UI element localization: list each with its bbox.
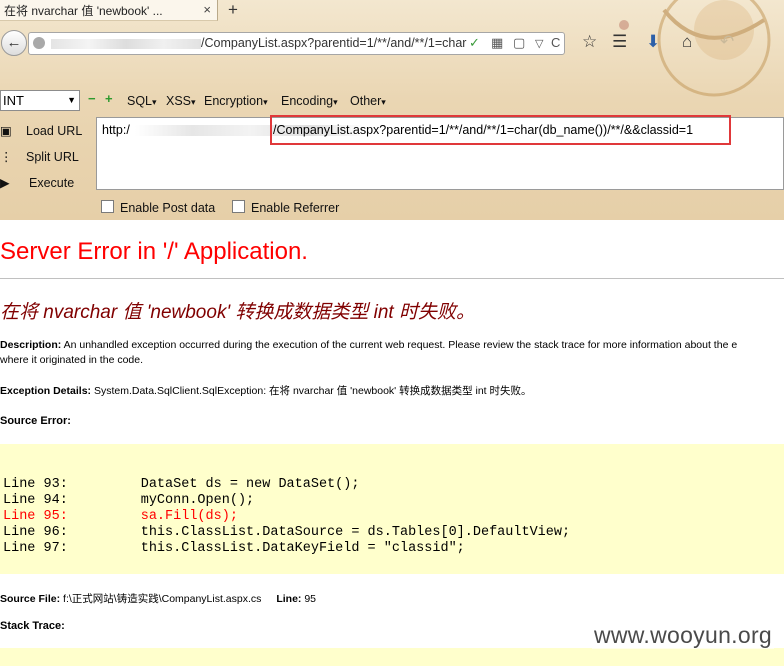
chevron-down-icon: ▼ xyxy=(67,95,76,105)
execute-icon: ▶ xyxy=(0,176,10,190)
watermark: www.wooyun.org xyxy=(591,622,774,649)
code-line: Line 94: myConn.Open(); xyxy=(3,493,255,508)
chevron-down-icon: ▾ xyxy=(152,97,157,107)
description-text-2: where it originated in the code. xyxy=(0,354,144,366)
source-error-heading: Source Error: xyxy=(0,415,71,427)
globe-icon xyxy=(33,37,45,49)
load-url-label: Load URL xyxy=(26,124,83,138)
type-select-value: INT xyxy=(3,93,24,108)
download-icon[interactable]: ⬇ xyxy=(646,32,660,52)
server-error-heading: Server Error in '/' Application. xyxy=(0,238,308,265)
description-text: An unhandled exception occurred during t… xyxy=(61,339,738,351)
execute-label: Execute xyxy=(29,176,75,190)
split-url-button[interactable]: ⋮ Split URL xyxy=(0,149,79,164)
exception-label: Exception Details: xyxy=(0,385,92,397)
type-select[interactable]: INT ▼ xyxy=(0,90,80,111)
chevron-down-icon: ▾ xyxy=(191,97,196,107)
chevron-down-icon: ▾ xyxy=(333,97,338,107)
line-number: 95 xyxy=(301,593,317,605)
source-code-block: Line 93: DataSet ds = new DataSet(); Lin… xyxy=(0,444,784,574)
source-file-path: f:\正式网站\铸造实践\CompanyList.aspx.cs xyxy=(60,593,262,605)
enable-post-checkbox[interactable]: Enable Post data xyxy=(101,200,215,215)
split-url-icon: ⋮ xyxy=(0,150,13,164)
shield-icon[interactable]: ✓ xyxy=(469,35,480,51)
menu-encoding[interactable]: Encoding▾ xyxy=(281,94,338,108)
menu-xss[interactable]: XSS▾ xyxy=(166,94,196,108)
hackbar-toolbar: INT ▼ − + SQL▾ XSS▾ Encryption▾ Encoding… xyxy=(0,89,784,115)
source-file: Source File: f:\正式网站\铸造实践\CompanyList.as… xyxy=(0,591,316,606)
load-url-icon: ▣ xyxy=(0,124,12,138)
menu-sql[interactable]: SQL▾ xyxy=(127,94,157,108)
browser-chrome: 在将 nvarchar 值 'newbook' ... × + ← /Compa… xyxy=(0,0,784,220)
source-file-label: Source File: xyxy=(0,593,61,605)
exception-text: System.Data.SqlClient.SqlException: 在将 n… xyxy=(91,385,532,397)
grid-icon[interactable]: ▦ xyxy=(491,35,503,51)
chevron-down-icon: ▾ xyxy=(263,97,268,107)
redacted-host xyxy=(51,39,201,49)
error-page: Server Error in '/' Application. 在将 nvar… xyxy=(0,220,784,666)
minus-icon[interactable]: − xyxy=(88,91,96,106)
address-bar[interactable]: /CompanyList.aspx?parentid=1/**/and/**/1… xyxy=(28,32,565,55)
enable-post-label: Enable Post data xyxy=(120,201,216,215)
close-tab-icon[interactable]: × xyxy=(203,2,211,17)
address-bar-text: /CompanyList.aspx?parentid=1/**/and/**/1… xyxy=(201,36,467,50)
menu-encryption[interactable]: Encryption▾ xyxy=(204,94,268,108)
plus-icon[interactable]: + xyxy=(105,91,113,106)
description: Description: An unhandled exception occu… xyxy=(0,338,784,368)
execute-button[interactable]: ▶ Execute xyxy=(0,175,74,190)
url-prefix: http:/ xyxy=(102,123,130,137)
reading-list-icon[interactable]: ☰ xyxy=(612,32,627,52)
reload-icon[interactable]: C xyxy=(551,35,560,50)
divider xyxy=(0,278,784,279)
undo-icon[interactable]: ↶ xyxy=(720,32,734,52)
browser-tab[interactable]: 在将 nvarchar 值 'newbook' ... × xyxy=(0,0,218,21)
code-line: Line 96: this.ClassList.DataSource = ds.… xyxy=(3,525,571,540)
enable-referrer-label: Enable Referrer xyxy=(251,201,340,215)
new-tab-icon[interactable]: + xyxy=(228,0,238,20)
description-label: Description: xyxy=(0,339,62,351)
checkbox-box xyxy=(232,200,245,213)
exception-details: Exception Details: System.Data.SqlClient… xyxy=(0,383,532,398)
home-icon[interactable]: ⌂ xyxy=(682,32,692,52)
code-line-error: Line 95: sa.Fill(ds); xyxy=(3,509,238,524)
stack-trace-block xyxy=(0,648,784,666)
chevron-down-icon: ▾ xyxy=(381,97,386,107)
load-url-button[interactable]: ▣ Load URL xyxy=(0,123,82,138)
stack-trace-heading: Stack Trace: xyxy=(0,620,65,632)
split-url-label: Split URL xyxy=(26,150,79,164)
enable-referrer-checkbox[interactable]: Enable Referrer xyxy=(232,200,339,215)
checkbox-box xyxy=(101,200,114,213)
navigation-bar: ← /CompanyList.aspx?parentid=1/**/and/**… xyxy=(0,29,784,57)
line-label: Line: xyxy=(276,593,302,605)
error-message: 在将 nvarchar 值 'newbook' 转换成数据类型 int 时失败。 xyxy=(0,302,475,323)
code-line: Line 97: this.ClassList.DataKeyField = "… xyxy=(3,541,465,556)
dropdown-icon[interactable]: ▽ xyxy=(535,37,543,50)
code-line: Line 93: DataSet ds = new DataSet(); xyxy=(3,477,360,492)
star-icon[interactable]: ☆ xyxy=(582,32,597,52)
highlight-box xyxy=(270,115,731,145)
tab-title: 在将 nvarchar 值 'newbook' ... xyxy=(4,3,163,18)
menu-other[interactable]: Other▾ xyxy=(350,94,386,108)
reader-icon[interactable]: ▢ xyxy=(513,35,525,51)
back-button[interactable]: ← xyxy=(1,30,27,56)
